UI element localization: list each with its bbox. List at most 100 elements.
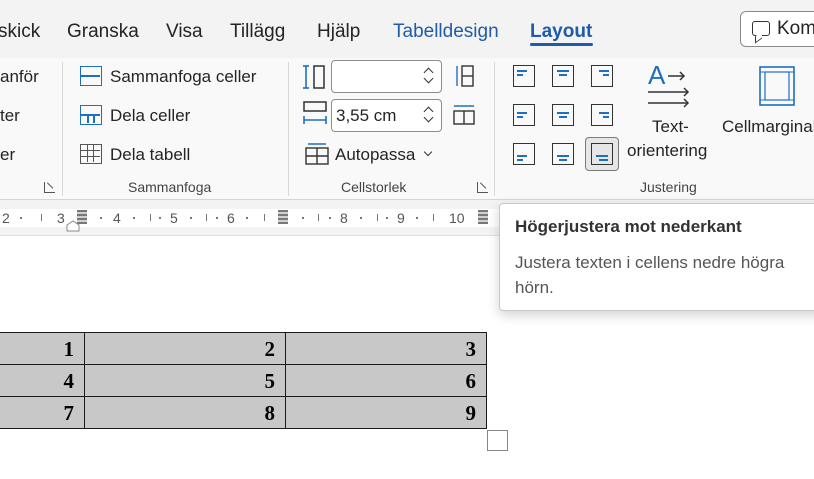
tab-table-design[interactable]: Tabelldesign: [393, 20, 499, 44]
ruler-tick: [41, 214, 42, 221]
ruler-dot: [159, 217, 161, 219]
ruler-dot: [386, 217, 388, 219]
tooltip: Högerjustera mot nederkant Justera texte…: [499, 203, 814, 311]
chevron-down-icon[interactable]: [423, 73, 434, 84]
split-cells-button[interactable]: Dela celler: [110, 105, 190, 127]
ribbon-tabs: skick Granska Visa Tillägg Hjälp Tabelld…: [0, 0, 814, 58]
split-table-icon: [80, 144, 102, 164]
ruler-tick: [318, 214, 319, 221]
column-marker[interactable]: [478, 210, 488, 224]
insert-left-button[interactable]: ter: [0, 105, 20, 127]
chevron-down-icon[interactable]: [423, 147, 433, 157]
ribbon: anför ter er Sammanfoga celler Dela cell…: [0, 58, 814, 200]
autofit-button[interactable]: Autopassa: [335, 144, 415, 166]
alignment-group-label: Justering: [640, 179, 697, 195]
ruler-number: 3: [57, 210, 65, 226]
table-cell[interactable]: 6: [285, 364, 487, 397]
tooltip-body: Justera texten i cellens nedre högra hör…: [515, 253, 785, 297]
ruler-number: 6: [227, 210, 235, 226]
ruler-dot: [133, 217, 135, 219]
tab-help[interactable]: Hjälp: [317, 20, 360, 44]
split-cells-icon: [80, 105, 102, 125]
ruler-dot: [20, 217, 22, 219]
table-cell[interactable]: 5: [84, 364, 286, 397]
tab-review[interactable]: Granska: [67, 20, 139, 44]
cell-margins-button[interactable]: Cellmarginal: [722, 116, 814, 138]
row-height-stepper[interactable]: [331, 60, 442, 93]
ruler-number: 2: [2, 210, 10, 226]
ruler-tick: [150, 214, 151, 221]
table-cell[interactable]: 2: [84, 332, 286, 365]
text-direction-label-1[interactable]: Text-: [652, 116, 689, 138]
ruler-dot: [190, 217, 192, 219]
insert-right-button[interactable]: er: [0, 144, 15, 166]
ruler-tick: [433, 214, 434, 221]
comment-icon: [752, 21, 770, 36]
align-top-left-icon[interactable]: [511, 63, 537, 89]
text-direction-icon: A: [648, 60, 690, 108]
insert-above-button[interactable]: anför: [0, 66, 39, 88]
tab-addins[interactable]: Tillägg: [230, 20, 285, 44]
ruler-dot: [100, 217, 102, 219]
tab-layout[interactable]: Layout: [530, 20, 592, 44]
align-top-right-icon[interactable]: [589, 63, 615, 89]
merge-cells-button[interactable]: Sammanfoga celler: [110, 66, 256, 88]
tab-view[interactable]: Visa: [166, 20, 203, 44]
chevron-down-icon[interactable]: [423, 112, 434, 123]
align-bottom-left-icon[interactable]: [511, 141, 537, 167]
ribbon-panel: anför ter er Sammanfoga celler Dela cell…: [0, 58, 814, 200]
ruler-number: 9: [397, 210, 405, 226]
group-separator: [494, 62, 495, 196]
ruler-number: 10: [449, 210, 465, 226]
ruler-dot: [216, 217, 218, 219]
svg-text:A: A: [648, 60, 666, 90]
tab-send[interactable]: skick: [0, 20, 40, 44]
table-cell[interactable]: 8: [84, 396, 286, 429]
column-marker[interactable]: [278, 210, 288, 224]
ruler-dot: [246, 217, 248, 219]
ruler-tick: [206, 214, 207, 221]
ruler-dot: [416, 217, 418, 219]
group-separator: [288, 62, 289, 196]
indent-marker-icon[interactable]: [66, 220, 80, 232]
cell-margins-icon: [759, 66, 795, 106]
align-center-left-icon[interactable]: [511, 102, 537, 128]
table-resize-handle[interactable]: [487, 430, 508, 451]
rows-columns-launcher-icon[interactable]: [44, 182, 55, 193]
align-center-icon[interactable]: [550, 102, 576, 128]
align-top-center-icon[interactable]: [550, 63, 576, 89]
ruler-dot: [360, 217, 362, 219]
active-tab-indicator: [530, 43, 593, 46]
distribute-columns-icon[interactable]: [452, 102, 476, 126]
cell-size-launcher-icon[interactable]: [477, 182, 488, 193]
tooltip-title: Högerjustera mot nederkant: [515, 217, 742, 236]
table-cell[interactable]: 4: [0, 364, 85, 397]
comments-button-label: Kom: [777, 18, 814, 39]
ruler-number: 5: [170, 210, 178, 226]
ruler-tick: [377, 214, 378, 221]
distribute-rows-icon[interactable]: [452, 64, 476, 88]
comments-button[interactable]: Kom: [740, 11, 814, 47]
align-bottom-center-icon[interactable]: [550, 141, 576, 167]
column-width-icon: [303, 101, 327, 124]
table-row: 7 8 9: [0, 396, 487, 429]
split-table-button[interactable]: Dela tabell: [110, 144, 190, 166]
merge-cells-icon: [80, 66, 102, 86]
table-row: 1 2 3: [0, 332, 487, 365]
document-table[interactable]: 1 2 3 4 5 6 7 8 9: [0, 332, 487, 429]
align-bottom-right-icon[interactable]: [585, 137, 619, 171]
group-separator: [62, 62, 63, 196]
ruler-dot: [329, 217, 331, 219]
table-cell[interactable]: 1: [0, 332, 85, 365]
row-height-icon: [303, 65, 325, 89]
table-cell[interactable]: 9: [285, 396, 487, 429]
align-center-right-icon[interactable]: [589, 102, 615, 128]
ruler-dot: [302, 217, 304, 219]
autofit-icon: [305, 143, 329, 165]
ruler-number: 4: [113, 210, 121, 226]
cell-size-group-label: Cellstorlek: [341, 179, 407, 195]
table-cell[interactable]: 7: [0, 396, 85, 429]
table-cell[interactable]: 3: [285, 332, 487, 365]
text-direction-label-2[interactable]: orientering: [627, 140, 707, 162]
column-width-stepper[interactable]: 3,55 cm: [331, 99, 442, 132]
